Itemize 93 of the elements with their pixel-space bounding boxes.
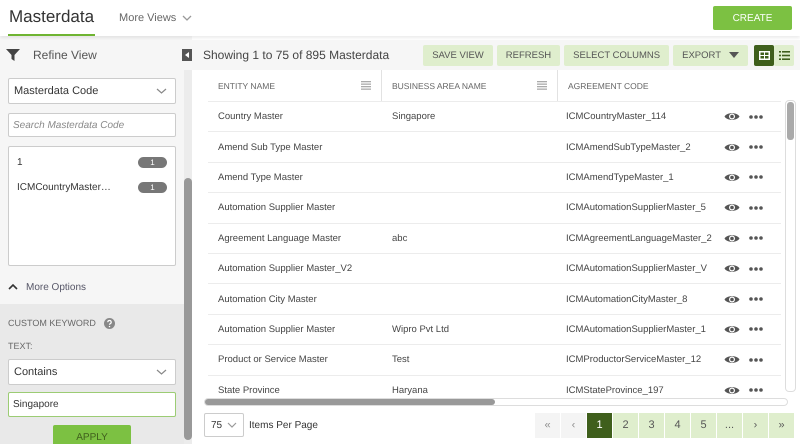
scrollbar-thumb[interactable] bbox=[787, 102, 794, 140]
view-eye-icon[interactable] bbox=[724, 232, 740, 244]
table-cell: Agreement Language Master bbox=[218, 232, 342, 244]
results-summary: Showing 1 to 75 of 895 Masterdata bbox=[203, 48, 390, 62]
more-actions-icon[interactable] bbox=[749, 388, 763, 392]
count-badge: 1 bbox=[138, 156, 167, 168]
page-button[interactable]: 4 bbox=[665, 412, 690, 438]
export-button[interactable]: EXPORT bbox=[673, 44, 748, 66]
more-actions-icon[interactable] bbox=[749, 145, 763, 150]
table-cell: Wipro Pvt Ltd bbox=[392, 324, 450, 335]
text-label: TEXT: bbox=[8, 341, 34, 353]
table-cell: Amend Sub Type Master bbox=[218, 142, 322, 153]
table-cell: ICMStateProvince_197 bbox=[566, 384, 664, 396]
caret-icon bbox=[729, 52, 739, 58]
filter-value[interactable]: ICMCountryMaster… bbox=[17, 182, 111, 192]
operator-select[interactable]: Contains bbox=[8, 359, 176, 385]
page-button[interactable]: » bbox=[769, 412, 794, 438]
filter-value[interactable]: 1 bbox=[17, 156, 23, 168]
table-cell: Singapore bbox=[392, 111, 436, 122]
column-header[interactable]: AGREEMENT CODE bbox=[568, 80, 649, 90]
search-field[interactable]: Search Masterdata Code bbox=[8, 113, 176, 137]
more-actions-icon[interactable] bbox=[749, 206, 763, 210]
table-cell: ICMAutomationCityMaster_8 bbox=[566, 294, 688, 305]
keyword-field[interactable]: Singapore bbox=[8, 392, 176, 417]
view-eye-icon[interactable] bbox=[724, 111, 740, 122]
view-eye-icon[interactable] bbox=[724, 354, 740, 366]
view-eye-icon[interactable] bbox=[724, 324, 740, 335]
count-badge: 1 bbox=[138, 182, 167, 192]
table-cell: ICMCountryMaster_114 bbox=[566, 111, 666, 122]
view-eye-icon[interactable] bbox=[724, 263, 740, 274]
table-cell: Test bbox=[392, 354, 410, 366]
grid-view-button[interactable] bbox=[754, 44, 774, 66]
help-icon[interactable] bbox=[104, 318, 115, 328]
table-cell: Product or Service Master bbox=[218, 354, 328, 366]
view-eye-icon[interactable] bbox=[724, 202, 740, 214]
page-button[interactable]: 2 bbox=[613, 412, 638, 438]
scrollbar-thumb[interactable] bbox=[184, 178, 192, 440]
refine-view-title: Refine View bbox=[33, 48, 97, 62]
items-per-page-label: Items Per Page bbox=[249, 420, 318, 430]
table-cell: ICMAutomationSupplierMaster_V bbox=[566, 263, 707, 274]
apply-button[interactable]: APPLY bbox=[53, 425, 131, 444]
view-eye-icon[interactable] bbox=[724, 142, 740, 153]
column-header[interactable]: ENTITY NAME bbox=[218, 80, 275, 90]
column-header[interactable]: BUSINESS AREA NAME bbox=[392, 80, 486, 90]
more-actions-icon[interactable] bbox=[749, 297, 763, 302]
more-actions-icon[interactable] bbox=[749, 266, 763, 271]
more-views-button[interactable]: More Views bbox=[113, 11, 198, 25]
table-cell: Automation Supplier Master bbox=[218, 202, 336, 214]
page-size-select[interactable]: 75 bbox=[204, 413, 244, 437]
list-view-button[interactable] bbox=[774, 44, 794, 66]
more-actions-icon[interactable] bbox=[749, 327, 763, 332]
chevron-down-icon bbox=[227, 422, 237, 428]
page-button[interactable]: 3 bbox=[639, 412, 664, 438]
chevron-icon bbox=[8, 284, 18, 290]
table-cell: ICMAmendSubTypeMaster_2 bbox=[566, 142, 691, 153]
scrollbar-thumb[interactable] bbox=[205, 399, 495, 405]
table-cell: ICMProductorServiceMaster_12 bbox=[566, 354, 702, 366]
more-actions-icon[interactable] bbox=[749, 114, 763, 119]
collapse-panel-icon[interactable] bbox=[182, 49, 192, 61]
more-options-toggle[interactable]: More Options bbox=[8, 270, 176, 304]
table-cell: ICMAgreementLanguageMaster_2 bbox=[566, 232, 712, 244]
table-cell: ICMAutomationSupplierMaster_5 bbox=[566, 202, 706, 214]
table-cell: State Province bbox=[218, 384, 280, 396]
more-actions-icon[interactable] bbox=[749, 358, 763, 362]
toolbar-button[interactable]: SELECT COLUMNS bbox=[564, 44, 670, 66]
page-button[interactable]: › bbox=[743, 412, 768, 438]
grid-icon bbox=[758, 50, 770, 60]
custom-keyword-label: CUSTOM KEYWORD bbox=[8, 318, 96, 328]
list-icon bbox=[778, 50, 790, 60]
view-eye-icon[interactable] bbox=[724, 172, 740, 183]
chevron-down-icon bbox=[156, 369, 167, 375]
view-eye-icon[interactable] bbox=[724, 294, 740, 305]
page-button[interactable]: ... bbox=[717, 412, 742, 438]
table-cell: Haryana bbox=[392, 384, 428, 396]
more-actions-icon[interactable] bbox=[749, 236, 763, 240]
table-cell: Amend Type Master bbox=[218, 172, 303, 183]
view-eye-icon[interactable] bbox=[724, 384, 740, 396]
toolbar-button[interactable]: SAVE VIEW bbox=[423, 44, 493, 66]
table-cell: Automation Supplier Master bbox=[218, 324, 336, 335]
chevron-down-icon bbox=[156, 88, 167, 94]
table-cell: ICMAmendTypeMaster_1 bbox=[566, 172, 674, 183]
filter-icon bbox=[6, 48, 20, 62]
table-cell: Automation City Master bbox=[218, 294, 317, 305]
chevron-down-icon bbox=[182, 15, 192, 21]
table-cell: abc bbox=[392, 232, 408, 244]
page-button[interactable]: 5 bbox=[691, 412, 716, 438]
table-cell: Automation Supplier Master_V2 bbox=[218, 263, 352, 274]
more-actions-icon[interactable] bbox=[749, 175, 763, 180]
page-button[interactable]: 1 bbox=[587, 412, 612, 438]
table-cell: ICMAutomationSupplierMaster_1 bbox=[566, 324, 706, 335]
table-cell: Country Master bbox=[218, 111, 283, 122]
field-select[interactable]: Masterdata Code bbox=[8, 78, 176, 104]
toolbar-button[interactable]: REFRESH bbox=[496, 44, 560, 66]
